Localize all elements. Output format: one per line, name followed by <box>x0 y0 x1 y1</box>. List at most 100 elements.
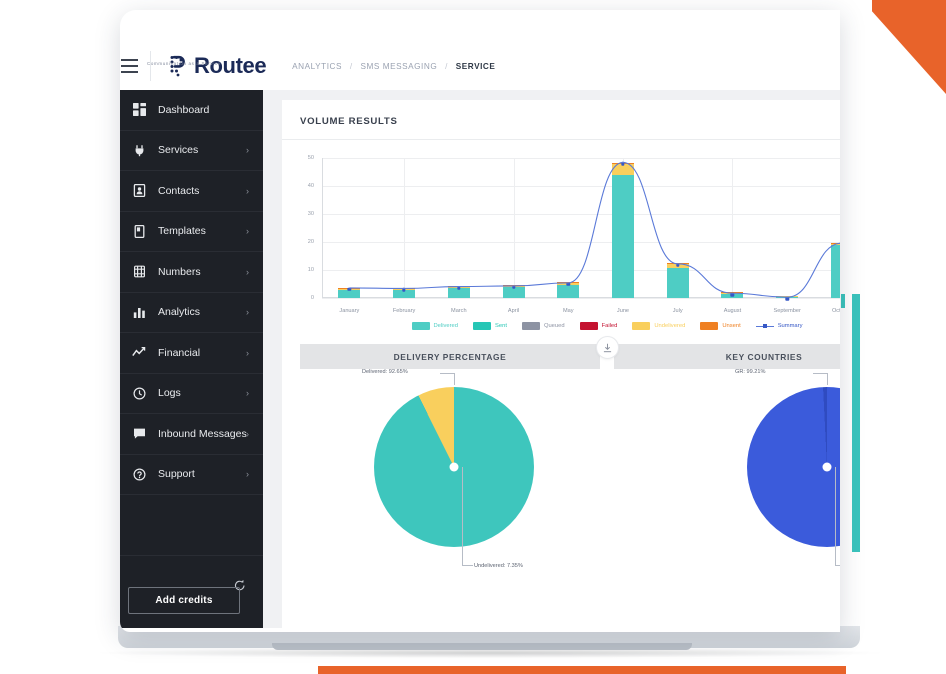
legend-item-summary[interactable]: Summary <box>755 322 803 330</box>
pie-chart-key-countries: GR: 99.21%ES: 0.79% <box>735 369 840 566</box>
pie-slices[interactable] <box>747 387 840 547</box>
bar-stack[interactable] <box>830 242 840 298</box>
leader-line <box>835 565 840 566</box>
legend-swatch <box>521 322 540 330</box>
main-content: VOLUME RESULTS 0 10 20 30 40 50 January Februar… <box>263 90 840 632</box>
sidebar-item-label: Dashboard <box>158 103 210 116</box>
y-axis-tick: 40 <box>307 183 314 189</box>
templates-icon <box>131 223 147 239</box>
title-divider <box>282 139 840 140</box>
sidebar-item-contacts[interactable]: Contacts › <box>120 171 263 212</box>
bar-segment <box>447 287 470 298</box>
leader-line <box>462 467 463 565</box>
bar-segment <box>502 287 525 298</box>
breadcrumb-item-service: SERVICE <box>455 61 496 71</box>
orange-triangle-decoration <box>872 0 946 94</box>
bar-segment <box>830 244 840 298</box>
top-bar: Routee Communication as a Service ANALYT… <box>120 42 840 91</box>
leader-line <box>813 373 827 374</box>
laptop-base-lip <box>272 643 692 650</box>
contacts-icon <box>131 183 147 199</box>
sidebar-spacer <box>120 495 263 556</box>
legend-item-delivered[interactable]: Delivered <box>411 322 459 330</box>
pie-slices[interactable] <box>374 387 534 547</box>
dashboard-icon <box>131 102 147 118</box>
tab-key-countries[interactable]: KEY COUNTRIES <box>614 344 840 369</box>
grid-line <box>322 242 840 243</box>
legend-swatch <box>632 322 651 330</box>
grid-line <box>404 158 406 298</box>
x-axis-tick: August <box>723 308 742 314</box>
routee-mark-icon <box>169 54 191 78</box>
teal-bar-decoration <box>852 294 860 552</box>
x-axis-tick: April <box>507 308 520 314</box>
sidebar-item-financial[interactable]: Financial › <box>120 333 263 374</box>
tab-delivery-percentage[interactable]: DELIVERY PERCENTAGE <box>300 344 600 369</box>
grid-line <box>513 158 515 298</box>
chevron-right-icon: › <box>246 428 249 439</box>
x-axis-tick: March <box>451 308 467 314</box>
sidebar-item-numbers[interactable]: Numbers › <box>120 252 263 293</box>
pie-label-primary: GR: 99.21% <box>735 369 766 375</box>
sidebar-item-label: Templates <box>158 225 206 238</box>
legend-swatch <box>579 322 598 330</box>
x-axis-tick: September <box>773 308 801 314</box>
bar-segment <box>612 163 634 175</box>
legend-line-marker <box>755 322 774 330</box>
pie-center-dot <box>449 462 459 472</box>
add-credits-button[interactable]: Add credits <box>128 587 240 614</box>
sidebar-item-label: Numbers <box>158 265 201 278</box>
legend-swatch <box>700 322 719 330</box>
legend-label: Queued <box>543 323 565 329</box>
sidebar-item-logs[interactable]: Logs › <box>120 374 263 414</box>
help-icon <box>131 466 147 482</box>
sidebar-item-services[interactable]: Services › <box>120 131 263 171</box>
breadcrumb-item-sms-messaging[interactable]: SMS MESSAGING <box>361 62 438 71</box>
message-icon <box>131 426 147 442</box>
x-axis-tick: February <box>392 308 416 314</box>
sidebar-item-dashboard[interactable]: Dashboard <box>120 90 263 131</box>
sidebar-item-inbound-messages[interactable]: Inbound Messages › <box>120 414 263 455</box>
orange-strip-decoration <box>318 666 846 674</box>
legend-item-failed[interactable]: Failed <box>579 322 618 330</box>
sidebar-item-templates[interactable]: Templates › <box>120 212 263 252</box>
download-button[interactable] <box>596 336 619 359</box>
breadcrumb-item-analytics[interactable]: ANALYTICS <box>292 62 342 71</box>
legend-label: Delivered <box>433 323 459 329</box>
sidebar: Dashboard Services › Contacts › Template… <box>120 90 263 628</box>
chevron-right-icon: › <box>246 226 249 237</box>
legend-label: Failed <box>601 323 618 329</box>
y-axis-tick: 50 <box>307 155 314 161</box>
leader-line <box>827 373 828 385</box>
x-axis-tick: October <box>831 308 840 314</box>
breadcrumb-separator: / <box>445 61 448 71</box>
bar-segment <box>338 289 361 298</box>
sidebar-item-label: Logs <box>158 387 181 400</box>
sidebar-item-support[interactable]: Support › <box>120 455 263 495</box>
sidebar-item-analytics[interactable]: Analytics › <box>120 293 263 333</box>
teal-tick-decoration <box>841 294 845 308</box>
bar-chart-icon <box>131 304 147 320</box>
bar-stack[interactable] <box>612 162 634 298</box>
sidebar-item-label: Contacts <box>158 184 200 197</box>
bar-stack[interactable] <box>666 263 689 298</box>
chevron-right-icon: › <box>246 185 249 196</box>
legend-item-queued[interactable]: Queued <box>521 322 565 330</box>
legend-swatch <box>473 322 491 330</box>
y-axis-tick: 30 <box>307 211 314 217</box>
pie-label-secondary: Undelivered: 7.35% <box>474 563 523 569</box>
leader-line <box>835 467 836 565</box>
legend-item-undelivered[interactable]: Undelivered <box>632 322 685 330</box>
legend-label: Sent <box>495 323 507 329</box>
trend-icon <box>131 345 147 361</box>
brand-name: Routee <box>194 53 267 78</box>
legend-item-sent[interactable]: Sent <box>473 322 507 330</box>
hamburger-icon[interactable] <box>120 59 142 73</box>
volume-results-chart: 0 10 20 30 40 50 January February March April May J… <box>282 150 840 320</box>
legend-item-unsent[interactable]: Unsent <box>700 322 741 330</box>
topbar-divider <box>150 51 151 81</box>
brand-logo[interactable]: Routee Communication as a Service <box>147 53 267 78</box>
page-title: VOLUME RESULTS <box>300 116 398 127</box>
chevron-right-icon: › <box>246 347 249 358</box>
bar-segment <box>612 174 634 298</box>
